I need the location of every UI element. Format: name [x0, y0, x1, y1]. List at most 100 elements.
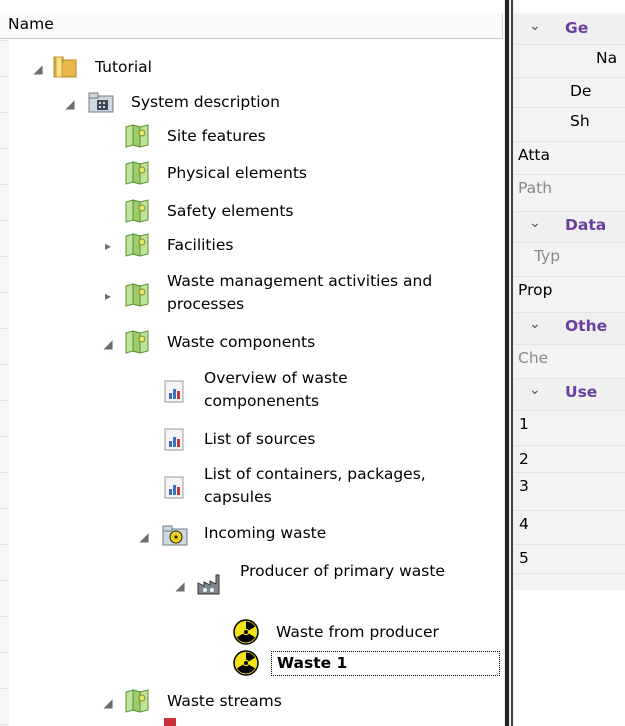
tree-node-label: Waste management activities and processe…: [167, 272, 433, 313]
property-row[interactable]: Path: [514, 175, 625, 212]
tree-node-label: Incoming waste: [204, 524, 327, 542]
tree-node-label: List of containers, packages, capsules: [204, 465, 426, 506]
tree-node-label: Safety elements: [167, 202, 294, 220]
gutter-line: [0, 688, 9, 689]
property-label: 1: [519, 415, 529, 433]
gutter-line: [0, 76, 9, 77]
column-header-label: Name: [8, 15, 54, 33]
chevron-right-icon[interactable]: ▸: [102, 290, 114, 302]
gutter-line: [0, 184, 9, 185]
tree-node-label: Overview of waste componenents: [204, 369, 348, 410]
gutter-line: [0, 364, 9, 365]
property-label: Prop: [518, 281, 553, 299]
chart-page-icon: [162, 474, 188, 500]
tree-panel: Name ◢ Tutorial ◢ System description Sit…: [0, 0, 504, 726]
property-category-row[interactable]: ⌄ Data: [514, 212, 625, 243]
property-label: 4: [519, 515, 529, 533]
tree-node-label: Facilities: [167, 236, 234, 254]
map-icon: [124, 329, 150, 355]
tree-node-label: Producer of primary waste: [240, 562, 445, 580]
property-label: Path: [518, 179, 553, 197]
chevron-down-icon[interactable]: ◢: [102, 697, 114, 709]
chevron-down-icon[interactable]: ◢: [102, 338, 114, 350]
property-label: Na: [596, 49, 618, 67]
property-label: 5: [519, 549, 529, 567]
gutter-line: [0, 436, 9, 437]
gutter-line: [0, 292, 9, 293]
tree-node-label: Physical elements: [167, 164, 307, 182]
property-category-label: Ge: [565, 19, 589, 37]
tree-node-label: System description: [131, 93, 280, 111]
chevron-right-icon[interactable]: ▸: [102, 240, 114, 252]
property-label: 3: [519, 477, 529, 495]
chevron-down-icon[interactable]: ◢: [64, 98, 76, 110]
gutter-line: [0, 724, 9, 725]
property-label: Typ: [534, 247, 561, 265]
chevron-down-icon[interactable]: ⌄: [529, 18, 541, 34]
property-label: Sh: [570, 112, 590, 130]
property-row[interactable]: Sh: [514, 108, 625, 142]
building-folder-icon: [88, 89, 114, 115]
chevron-down-icon[interactable]: ⌄: [529, 316, 541, 332]
left-gutter: [0, 40, 9, 726]
property-grid: ⌄ Ge Na De Sh Atta Path ⌄ Data Typ Prop ⌄ Othe Che ⌄ Us…: [514, 0, 625, 726]
splitter[interactable]: [504, 0, 514, 726]
radiation-folder-icon: [162, 522, 188, 548]
tree-node-label-selected: Waste 1: [271, 651, 500, 676]
property-label: 2: [519, 450, 529, 468]
gutter-line: [0, 472, 9, 473]
property-row[interactable]: 3: [514, 473, 625, 511]
property-row[interactable]: Che: [514, 345, 625, 379]
property-row[interactable]: 4: [514, 511, 625, 545]
gutter-line: [0, 544, 9, 545]
tree-node-label: Tutorial: [95, 58, 152, 76]
property-category-row[interactable]: ⌄ Ge: [514, 15, 625, 45]
map-icon: [124, 160, 150, 186]
property-row[interactable]: De: [514, 78, 625, 108]
chevron-down-icon[interactable]: ⌄: [529, 215, 541, 231]
chevron-down-icon[interactable]: ◢: [32, 63, 44, 75]
gutter-line: [0, 220, 9, 221]
gutter-line: [0, 112, 9, 113]
tree-node-label: List of sources: [204, 430, 316, 448]
tree-node-label: Waste components: [167, 333, 316, 351]
chevron-down-icon[interactable]: ⌄: [529, 382, 541, 398]
factory-icon: [196, 570, 222, 596]
property-row[interactable]: Na: [514, 45, 625, 78]
property-row[interactable]: 5: [514, 545, 625, 574]
map-icon: [124, 232, 150, 258]
gutter-line: [0, 400, 9, 401]
folder-icon: [52, 54, 78, 80]
property-row[interactable]: Prop: [514, 277, 625, 313]
gutter-line: [0, 652, 9, 653]
map-icon: [124, 282, 150, 308]
tree-node-label: Waste from producer: [276, 623, 439, 641]
property-row[interactable]: Atta: [514, 142, 625, 175]
gutter-line: [0, 508, 9, 509]
property-category-label: Othe: [565, 317, 608, 335]
gutter-line: [0, 256, 9, 257]
gutter-line: [0, 580, 9, 581]
chevron-down-icon[interactable]: ◢: [138, 531, 150, 543]
tree-column-header[interactable]: Name: [0, 13, 503, 39]
property-row[interactable]: 1: [514, 411, 625, 446]
chart-page-icon: [162, 378, 188, 404]
splitter-edge: [511, 0, 513, 726]
property-category-row[interactable]: ⌄ Othe: [514, 313, 625, 345]
property-row[interactable]: 2: [514, 446, 625, 473]
gutter-line: [0, 148, 9, 149]
property-category-label: Use: [565, 383, 598, 401]
gutter-line: [0, 616, 9, 617]
property-label: Che: [518, 349, 549, 367]
property-category-row[interactable]: ⌄ Use: [514, 379, 625, 411]
tree-node-label: Waste streams: [167, 692, 282, 710]
chevron-down-icon[interactable]: ◢: [174, 580, 186, 592]
gutter-line: [0, 40, 9, 41]
gutter-line: [0, 328, 9, 329]
tree-node-label: Site features: [167, 127, 266, 145]
map-icon: [124, 198, 150, 224]
map-icon: [124, 123, 150, 149]
property-row[interactable]: Typ: [514, 243, 625, 277]
radiation-icon: [233, 619, 259, 645]
splitter-bar: [505, 0, 509, 726]
